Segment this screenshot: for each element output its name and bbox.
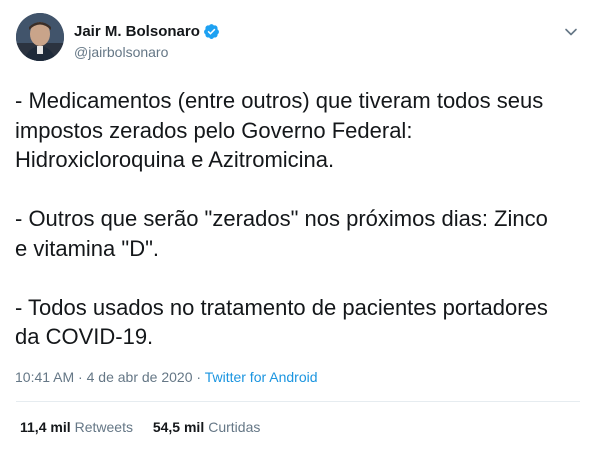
author-names: Jair M. Bolsonaro @jairbolsonaro	[74, 22, 220, 61]
tweet-time[interactable]: 10:41 AM	[15, 369, 74, 385]
divider	[16, 401, 580, 402]
author-display-name[interactable]: Jair M. Bolsonaro	[74, 22, 200, 41]
avatar-image	[16, 13, 64, 61]
tweet-header: Jair M. Bolsonaro @jairbolsonaro	[16, 13, 582, 63]
tweet-source-link[interactable]: Twitter for Android	[205, 369, 318, 385]
tweet-stats: 11,4 mil Retweets 54,5 mil Curtidas	[20, 418, 276, 436]
likes-label: Curtidas	[208, 419, 261, 435]
tweet-metadata: 10:41 AM · 4 de abr de 2020 · Twitter fo…	[15, 368, 318, 386]
avatar[interactable]	[16, 13, 64, 61]
tweet-date[interactable]: 4 de abr de 2020	[87, 369, 193, 385]
tweet-card: Jair M. Bolsonaro @jairbolsonaro - Medic…	[0, 0, 596, 450]
author-handle[interactable]: @jairbolsonaro	[74, 43, 220, 61]
tweet-text: - Medicamentos (entre outros) que tivera…	[15, 88, 548, 349]
meta-separator-2: ·	[196, 369, 202, 385]
likes-count: 54,5 mil	[152, 419, 205, 435]
retweets-label: Retweets	[74, 419, 133, 435]
retweets-count: 11,4 mil	[20, 419, 71, 435]
meta-separator-1: ·	[78, 369, 83, 385]
chevron-down-icon[interactable]	[562, 23, 580, 41]
retweets-stat[interactable]: 11,4 mil Retweets	[20, 418, 133, 436]
verified-badge-icon	[203, 23, 220, 40]
likes-stat[interactable]: 54,5 mil Curtidas	[153, 418, 261, 436]
